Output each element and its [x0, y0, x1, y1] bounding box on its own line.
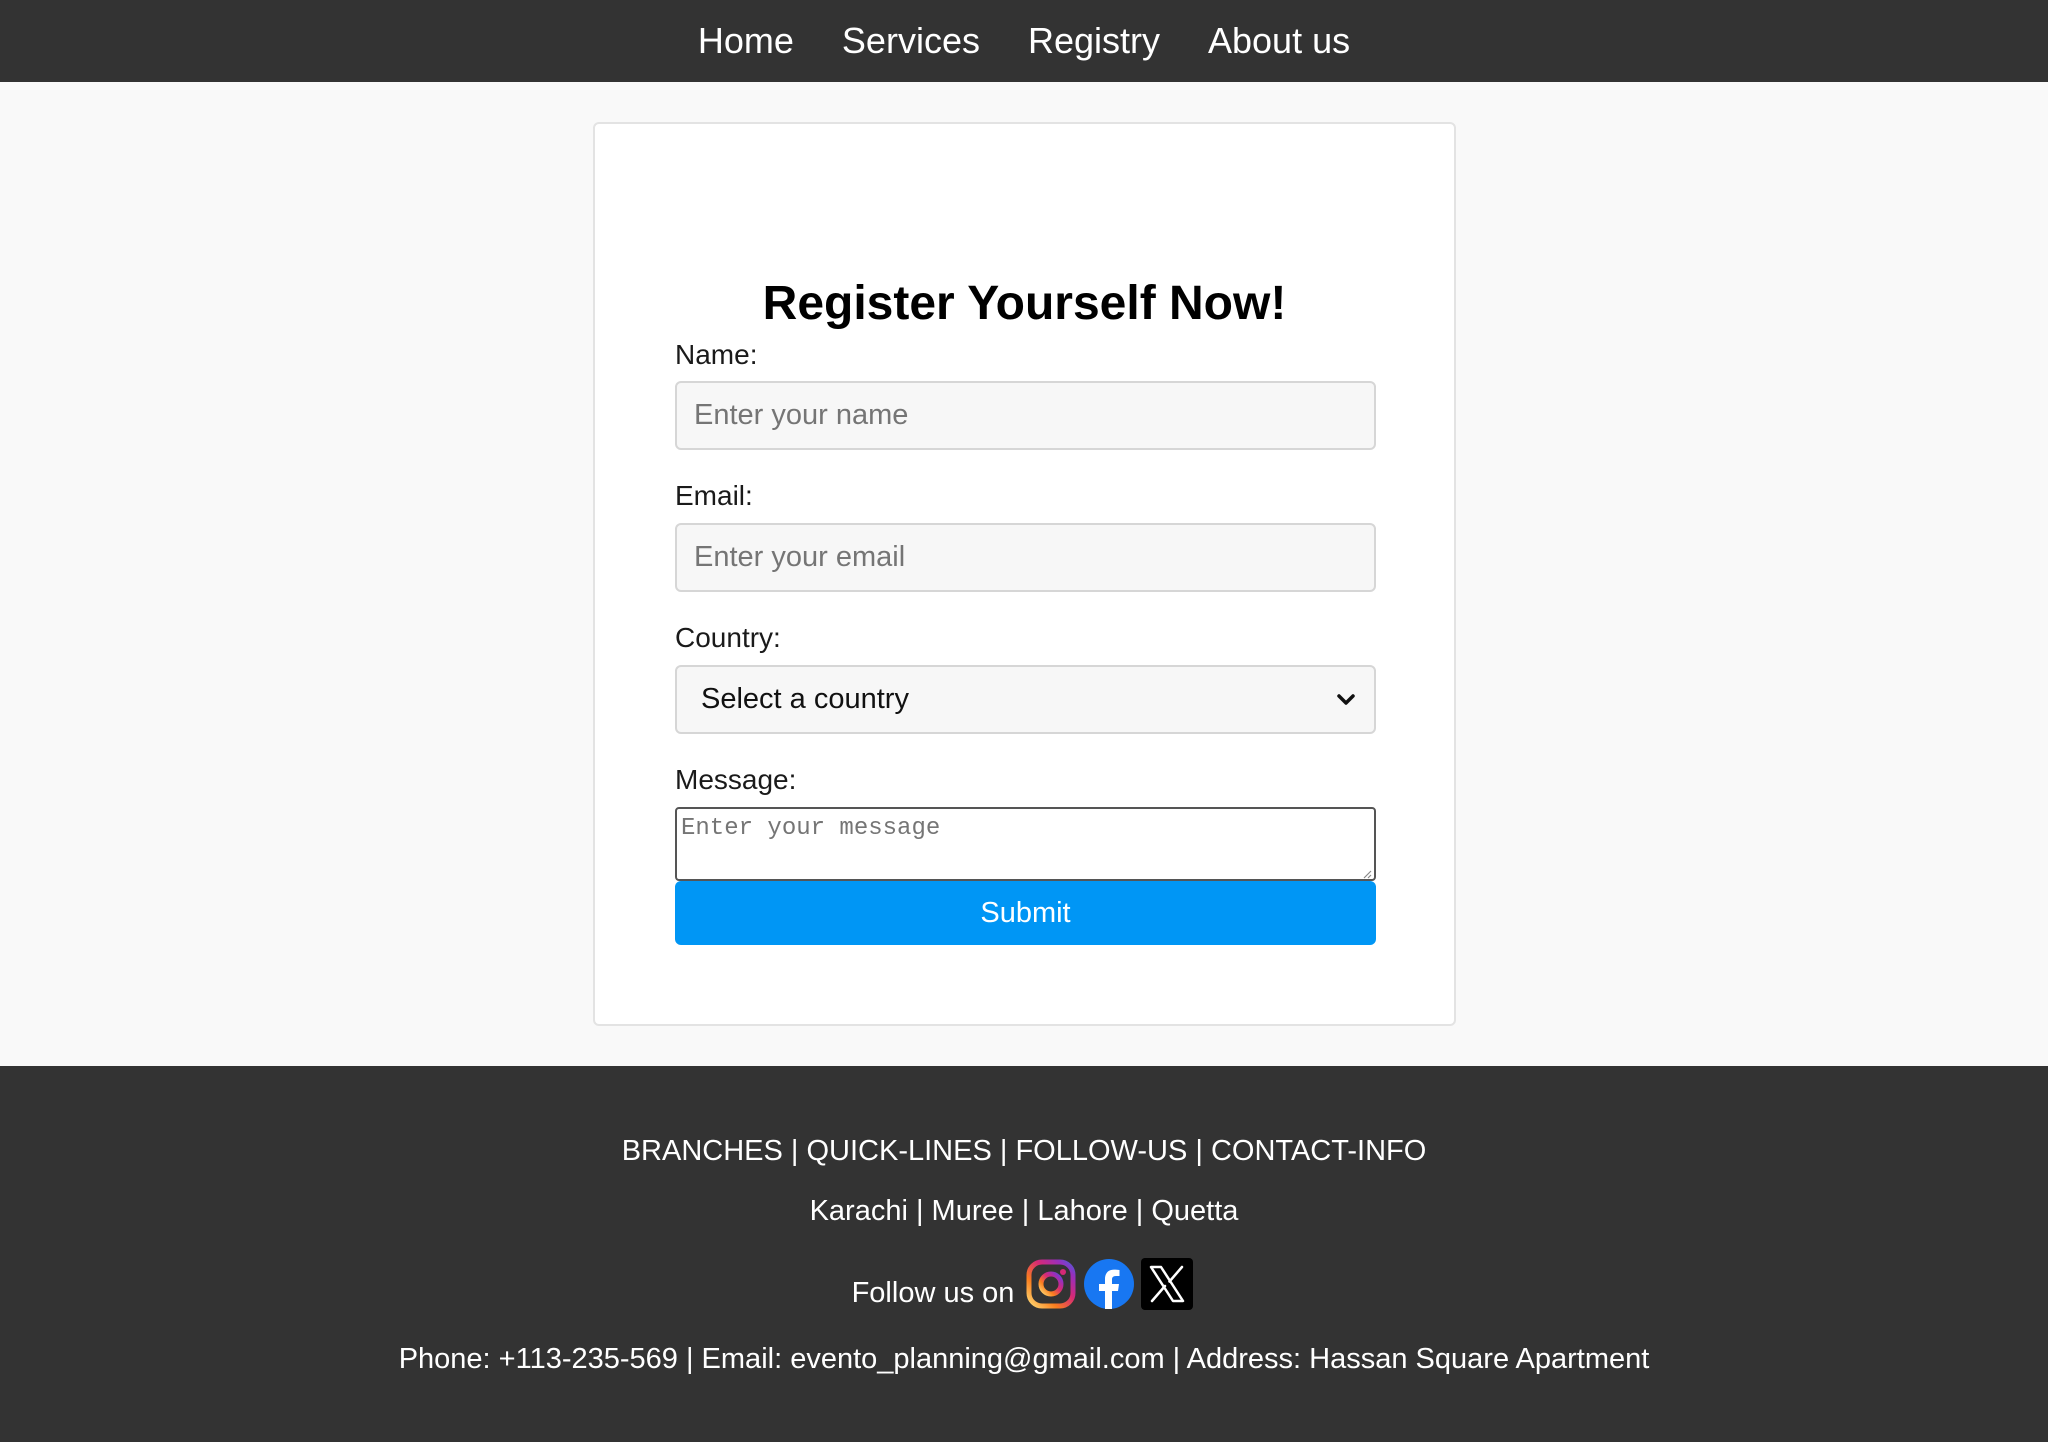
site-footer: BRANCHES | QUICK-LINES | FOLLOW-US | CON… [0, 1066, 2048, 1442]
submit-button[interactable]: Submit [675, 881, 1376, 945]
top-navigation: Home Services Registry About us [0, 0, 2048, 82]
footer-sections: BRANCHES | QUICK-LINES | FOLLOW-US | CON… [621, 1135, 1427, 1167]
name-label: Name: [675, 339, 758, 370]
registration-form: Register Yourself Now! Name: Email: Coun… [593, 122, 1456, 1026]
country-select[interactable]: Select a country [675, 665, 1376, 734]
follow-us-row: Follow us on [0, 1254, 2048, 1310]
name-input[interactable] [675, 381, 1376, 450]
follow-us-text: Follow us on [851, 1277, 1015, 1309]
nav-link-services[interactable]: Services [842, 0, 980, 82]
form-title: Register Yourself Now! [762, 277, 1287, 330]
facebook-icon[interactable] [1083, 1258, 1135, 1310]
footer-contact-info: Phone: +113-235-569 | Email: evento_plan… [398, 1343, 1650, 1375]
country-select-value: Select a country [701, 683, 909, 715]
resize-handle-icon[interactable] [1362, 869, 1372, 879]
message-textarea[interactable] [675, 807, 1376, 881]
chevron-down-icon [1334, 688, 1358, 712]
main-content: Register Yourself Now! Name: Email: Coun… [0, 82, 2048, 1066]
message-label: Message: [675, 764, 797, 795]
instagram-icon[interactable] [1025, 1258, 1077, 1310]
x-icon[interactable] [1141, 1258, 1194, 1310]
footer-branches: Karachi | Muree | Lahore | Quetta [809, 1195, 1239, 1227]
email-label: Email: [675, 480, 753, 511]
email-input[interactable] [675, 523, 1376, 592]
nav-link-registry[interactable]: Registry [1028, 0, 1160, 82]
nav-link-home[interactable]: Home [698, 0, 794, 82]
country-label: Country: [675, 622, 781, 653]
nav-link-about-us[interactable]: About us [1208, 0, 1350, 82]
